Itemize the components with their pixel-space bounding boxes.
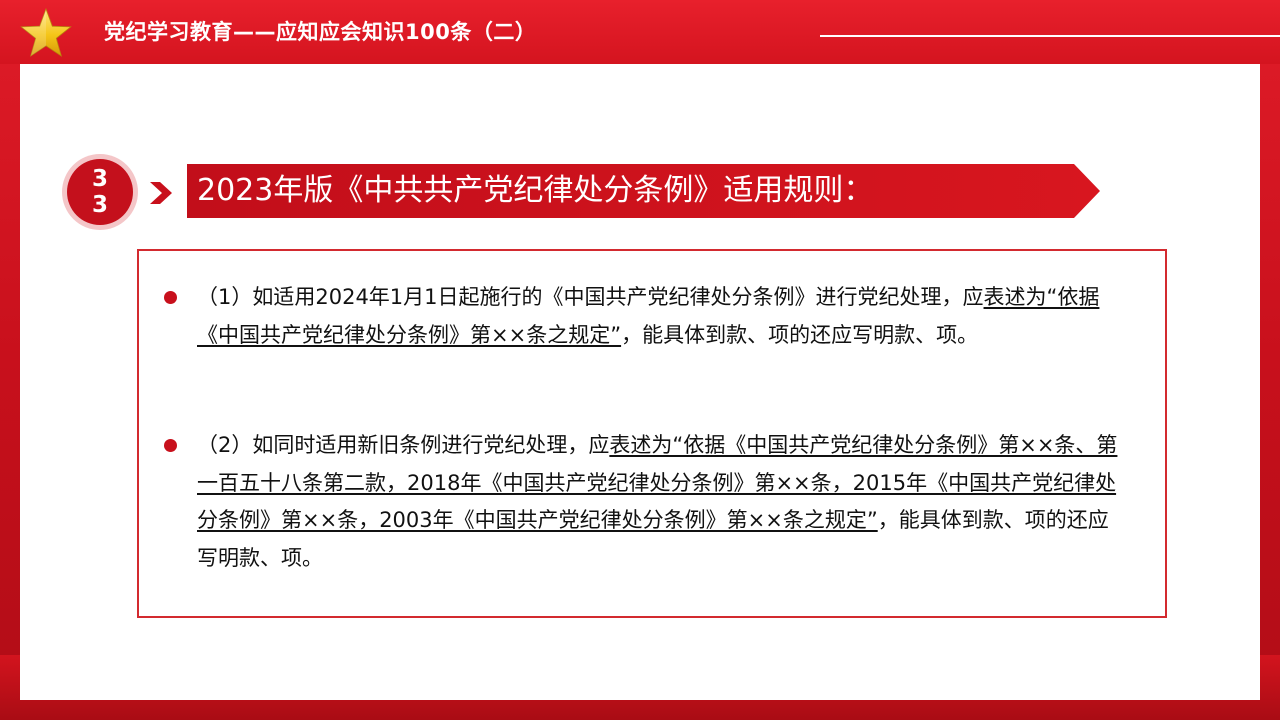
rule-item: （1）如适用2024年1月1日起施行的《中国共产党纪律处分条例》进行党纪处理，应…	[197, 279, 1127, 354]
header-divider	[820, 35, 1280, 37]
section-number-inner: 33	[67, 159, 133, 225]
rule-item: （2）如同时适用新旧条例进行党纪处理，应表述为“依据《中国共产党纪律处分条例》第…	[197, 427, 1127, 577]
bullet-dot-icon	[164, 291, 177, 304]
bullet-dot-icon	[164, 439, 177, 452]
header-title: 党纪学习教育——应知应会知识100条（二）	[104, 20, 537, 44]
section-number: 33	[91, 166, 108, 218]
rule-text-tail: ，能具体到款、项的还应写明款、项。	[621, 322, 979, 347]
star-icon	[20, 8, 72, 57]
section-number-badge: 33	[62, 154, 138, 230]
rule-text: （2）如同时适用新旧条例进行党纪处理，应	[197, 433, 610, 457]
rule-text: （1）如适用2024年1月1日起施行的《中国共产党纪律处分条例》进行党纪处理，应	[197, 285, 984, 309]
chevron-right-icon	[150, 182, 172, 204]
section-title: 2023年版《中共共产党纪律处分条例》适用规则：	[197, 173, 874, 208]
